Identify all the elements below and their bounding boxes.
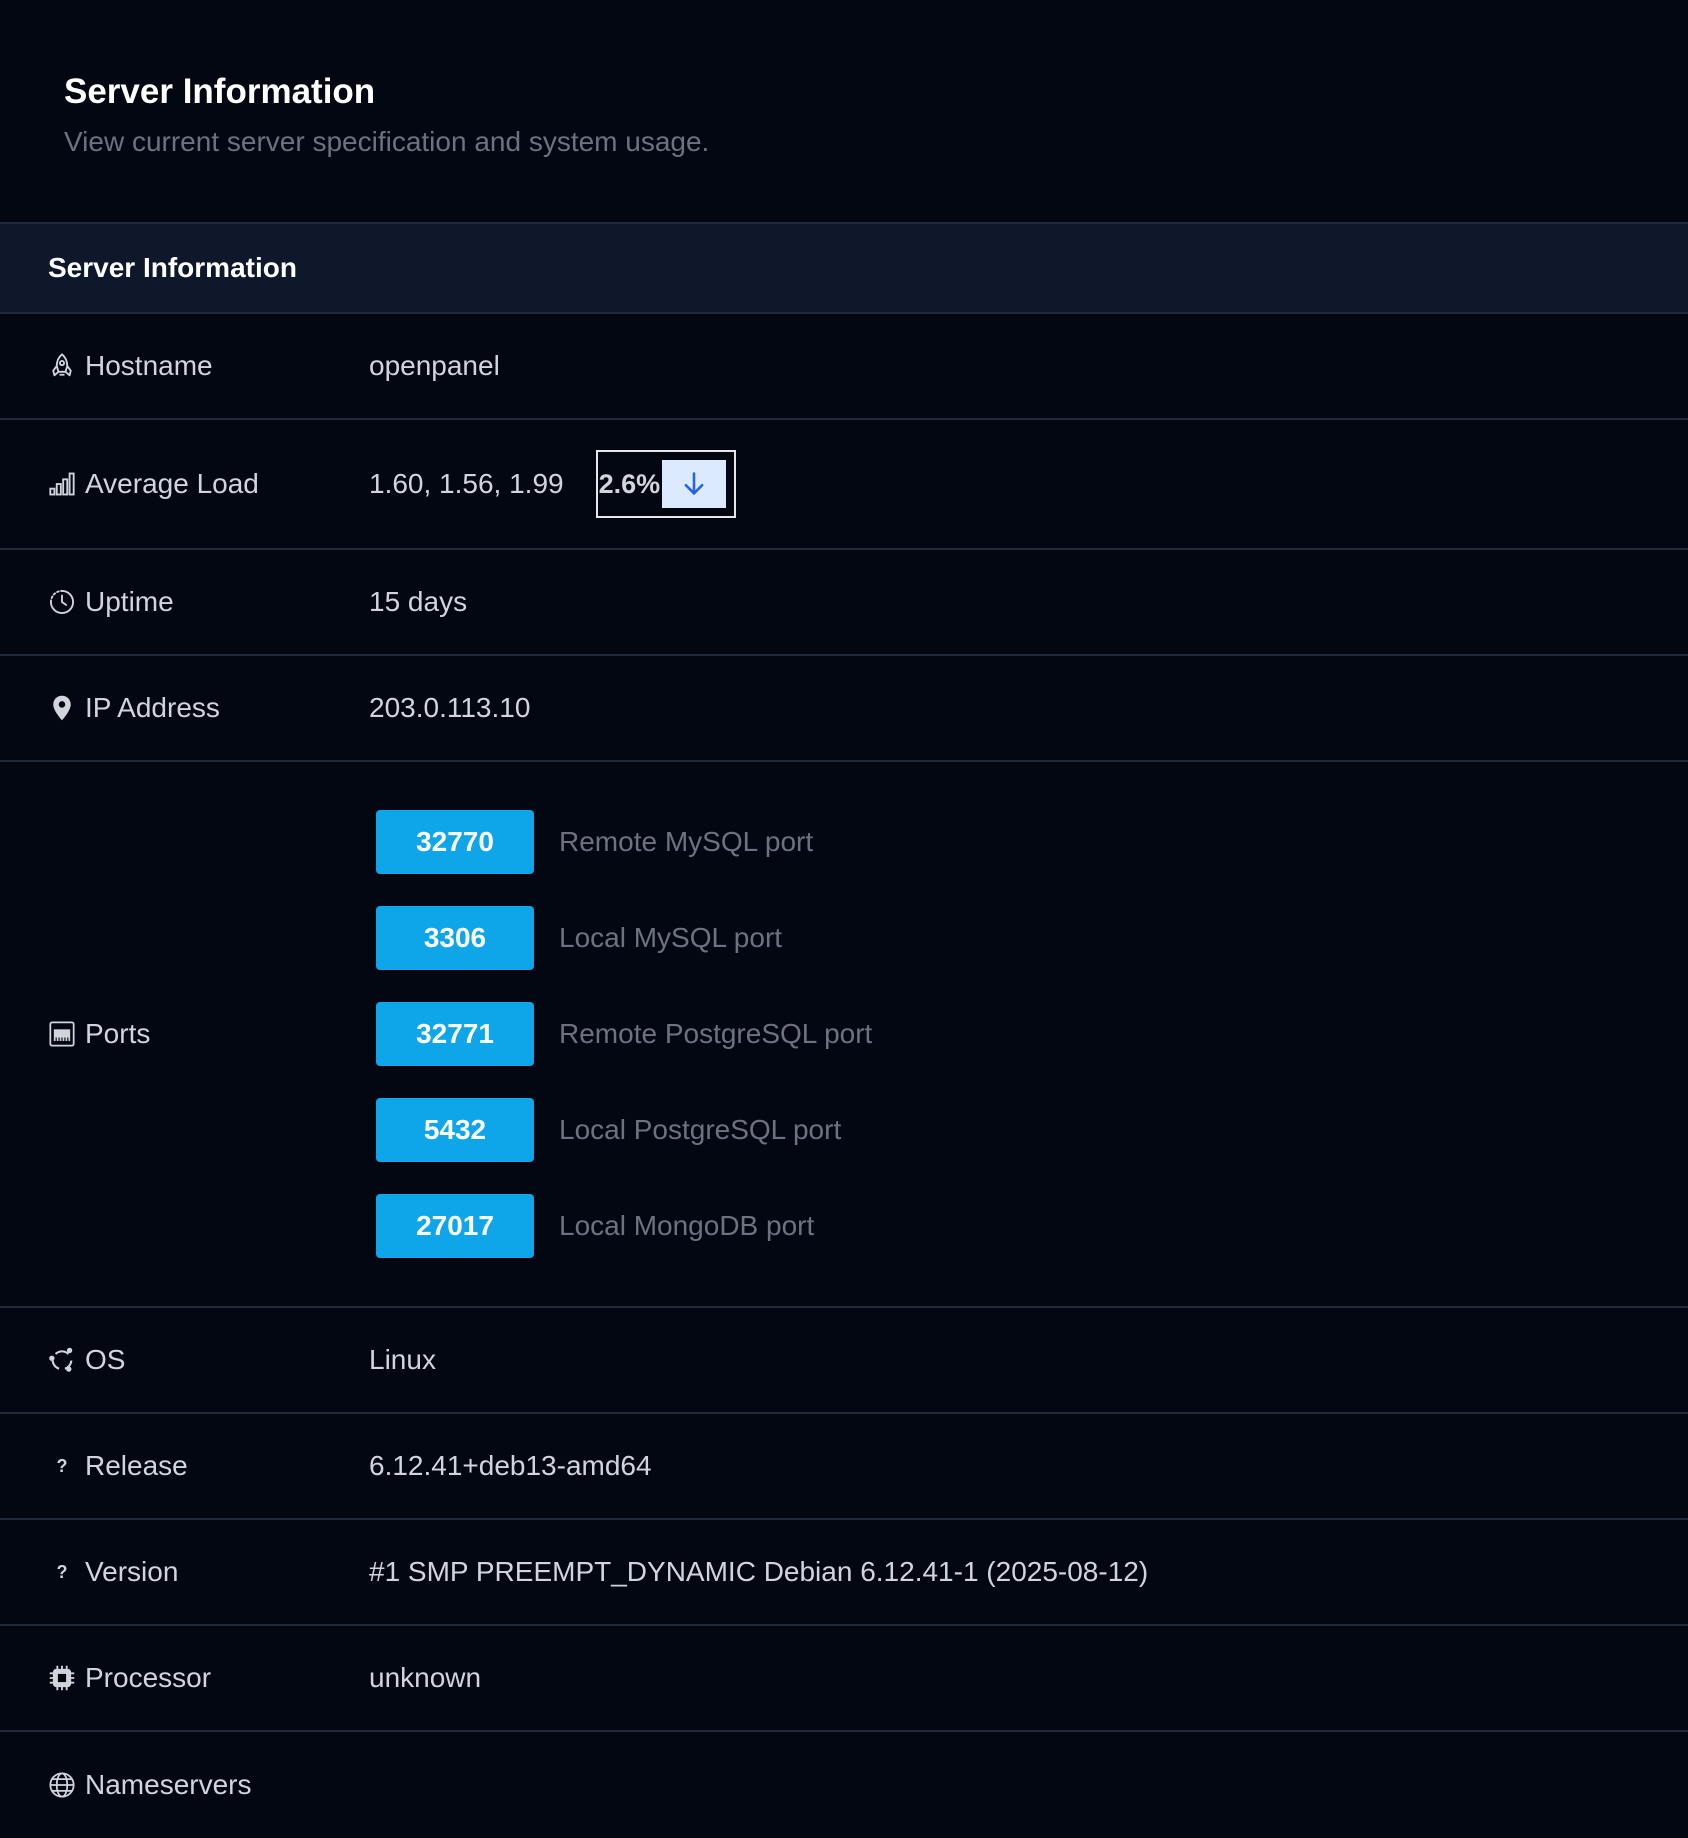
hostname-row: Hostname openpanel bbox=[0, 314, 1688, 420]
release-label: Release bbox=[85, 1450, 188, 1481]
uptime-row: Uptime 15 days bbox=[0, 550, 1688, 656]
page-title: Server Information bbox=[64, 72, 376, 111]
ethernet-port-icon bbox=[48, 1020, 76, 1048]
hostname-label: Hostname bbox=[85, 350, 213, 381]
map-pin-icon bbox=[48, 694, 76, 722]
nameservers-label: Nameservers bbox=[85, 1769, 252, 1800]
page-subtitle: View current server specification and sy… bbox=[64, 126, 710, 157]
version-label: Version bbox=[85, 1556, 179, 1587]
port-item: 5432 Local PostgreSQL port bbox=[376, 1098, 872, 1162]
load-percent-badge: 2.6% bbox=[595, 450, 737, 518]
version-row: ? Version #1 SMP PREEMPT_DYNAMIC Debian … bbox=[0, 1520, 1688, 1626]
version-value: #1 SMP PREEMPT_DYNAMIC Debian 6.12.41-1 … bbox=[369, 1556, 1149, 1587]
question-icon: ? bbox=[56, 1455, 68, 1476]
processor-row: Processor unknown bbox=[0, 1626, 1688, 1732]
os-label: OS bbox=[85, 1344, 126, 1375]
port-description: Local PostgreSQL port bbox=[559, 1114, 842, 1145]
uptime-label: Uptime bbox=[85, 586, 174, 617]
question-icon: ? bbox=[56, 1561, 68, 1582]
port-description: Remote MySQL port bbox=[559, 826, 814, 857]
release-row: ? Release 6.12.41+deb13-amd64 bbox=[0, 1414, 1688, 1520]
port-item: 27017 Local MongoDB port bbox=[376, 1194, 872, 1258]
port-item: 32770 Remote MySQL port bbox=[376, 810, 872, 874]
port-description: Local MySQL port bbox=[559, 922, 783, 953]
load-percent: 2.6% bbox=[598, 468, 661, 499]
port-badge[interactable]: 32770 bbox=[376, 810, 534, 874]
port-description: Local MongoDB port bbox=[559, 1210, 815, 1241]
ports-list: 32770 Remote MySQL port 3306 Local MySQL… bbox=[369, 810, 872, 1258]
uptime-value: 15 days bbox=[369, 586, 468, 617]
arrow-down-icon bbox=[684, 472, 704, 495]
release-value: 6.12.41+deb13-amd64 bbox=[369, 1450, 652, 1481]
ports-label: Ports bbox=[85, 1018, 151, 1049]
processor-label: Processor bbox=[85, 1662, 212, 1693]
average-load-value: 1.60, 1.56, 1.99 bbox=[369, 468, 564, 499]
ubuntu-icon bbox=[48, 1346, 76, 1374]
hostname-value: openpanel bbox=[369, 350, 500, 381]
server-info-panel: Server Information Hostname openpanel Av… bbox=[0, 224, 1688, 1838]
ip-address-value: 203.0.113.10 bbox=[369, 692, 531, 723]
os-value: Linux bbox=[369, 1344, 436, 1375]
average-load-row: Average Load 1.60, 1.56, 1.99 2.6% bbox=[0, 420, 1688, 550]
ports-row: Ports 32770 Remote MySQL port 3306 Local… bbox=[0, 762, 1688, 1308]
page-header: Server Information View current server s… bbox=[0, 0, 1688, 224]
clock-icon bbox=[48, 588, 76, 616]
port-badge[interactable]: 3306 bbox=[376, 906, 534, 970]
port-badge[interactable]: 5432 bbox=[376, 1098, 534, 1162]
panel-title: Server Information bbox=[0, 224, 1688, 314]
port-item: 3306 Local MySQL port bbox=[376, 906, 872, 970]
globe-icon bbox=[48, 1771, 76, 1799]
processor-value: unknown bbox=[369, 1662, 482, 1693]
load-trend-button[interactable] bbox=[662, 460, 727, 508]
port-description: Remote PostgreSQL port bbox=[559, 1018, 873, 1049]
rocket-icon bbox=[48, 352, 76, 380]
port-item: 32771 Remote PostgreSQL port bbox=[376, 1002, 872, 1066]
port-badge[interactable]: 32771 bbox=[376, 1002, 534, 1066]
bar-chart-icon bbox=[48, 470, 76, 498]
nameservers-row: Nameservers bbox=[0, 1732, 1688, 1838]
port-badge[interactable]: 27017 bbox=[376, 1194, 534, 1258]
average-load-label: Average Load bbox=[85, 468, 259, 499]
cpu-icon bbox=[48, 1664, 76, 1692]
ip-address-row: IP Address 203.0.113.10 bbox=[0, 656, 1688, 762]
ip-address-label: IP Address bbox=[85, 692, 220, 723]
os-row: OS Linux bbox=[0, 1308, 1688, 1414]
